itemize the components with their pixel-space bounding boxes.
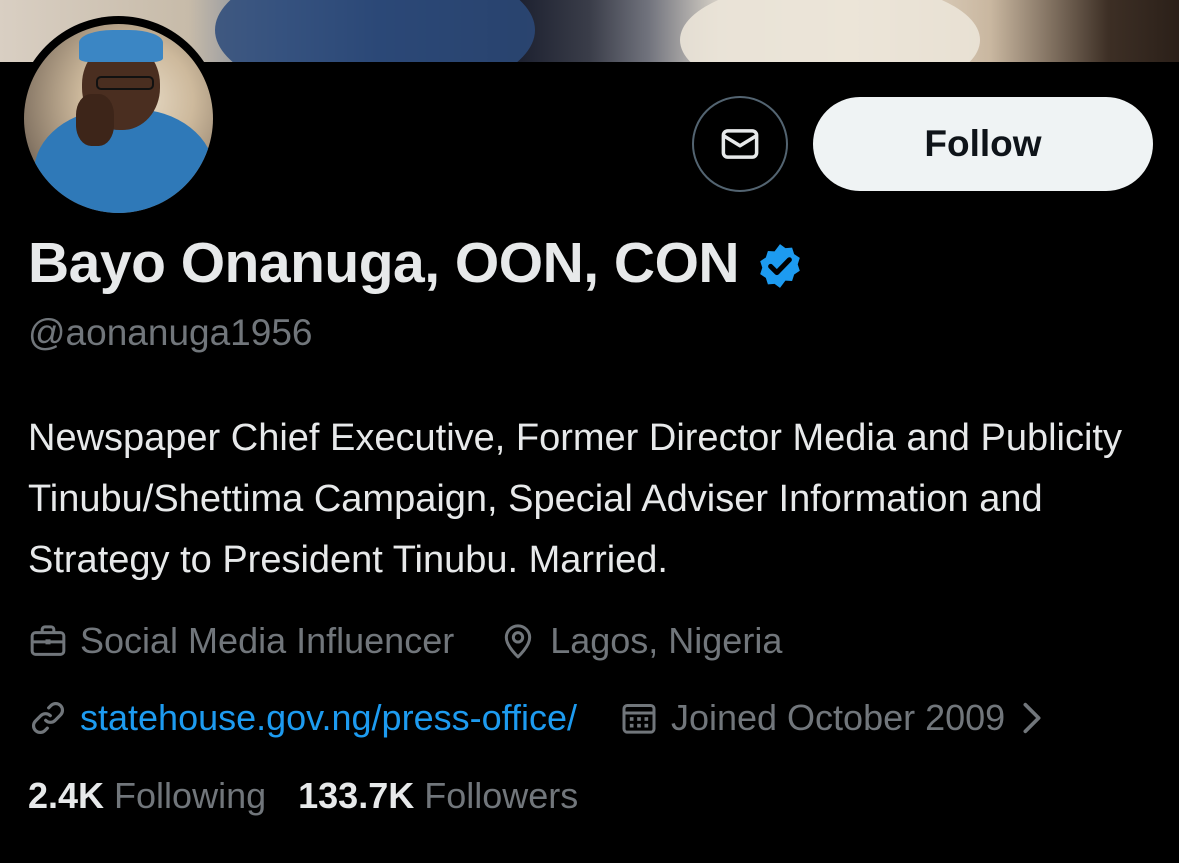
- location-pin-icon: [505, 624, 532, 659]
- website-item[interactable]: statehouse.gov.ng/press-office/: [28, 697, 577, 739]
- avatar[interactable]: [16, 16, 221, 221]
- followers-link[interactable]: 133.7K Followers: [298, 775, 578, 817]
- following-count: 2.4K: [28, 775, 105, 816]
- category-item: Social Media Influencer: [28, 620, 454, 662]
- website-link[interactable]: statehouse.gov.ng/press-office/: [80, 697, 577, 739]
- banner-figure-left: [215, 0, 535, 62]
- joined-text: Joined October 2009: [670, 697, 1006, 738]
- avatar-hand: [76, 94, 114, 146]
- followers-count: 133.7K: [298, 775, 415, 816]
- banner-figure-right: [680, 0, 980, 62]
- following-label: Following: [114, 775, 267, 816]
- message-button[interactable]: [692, 96, 788, 192]
- location-item: Lagos, Nigeria: [498, 620, 782, 662]
- avatar-cap: [79, 30, 163, 62]
- display-name: Bayo Onanuga, OON, CON: [28, 231, 740, 295]
- name-row: Bayo Onanuga, OON, CON: [28, 227, 805, 299]
- briefcase-icon: [30, 625, 66, 656]
- follow-stats: 2.4K Following 133.7K Followers: [28, 775, 578, 817]
- verified-badge-icon: [760, 244, 800, 288]
- follow-button[interactable]: Follow: [813, 97, 1153, 191]
- location-text: Lagos, Nigeria: [550, 620, 783, 661]
- followers-label: Followers: [424, 775, 579, 816]
- envelope-icon: [721, 129, 759, 159]
- joined-item: Joined October 2009: [619, 697, 1005, 739]
- category-text: Social Media Influencer: [80, 620, 455, 661]
- meta-row-primary: Social Media Influencer Lagos, Nigeria: [28, 615, 782, 667]
- chevron-right-icon[interactable]: [1019, 698, 1045, 738]
- meta-row-secondary: statehouse.gov.ng/press-office/ Joined O…: [28, 692, 1173, 744]
- link-icon: [32, 702, 64, 734]
- bio: Newspaper Chief Executive, Former Direct…: [28, 417, 1122, 581]
- avatar-photo: [24, 24, 213, 213]
- calendar-icon: [622, 704, 656, 734]
- handle: @aonanuga1956: [28, 312, 313, 353]
- following-link[interactable]: 2.4K Following: [28, 775, 266, 817]
- avatar-glasses: [96, 76, 154, 90]
